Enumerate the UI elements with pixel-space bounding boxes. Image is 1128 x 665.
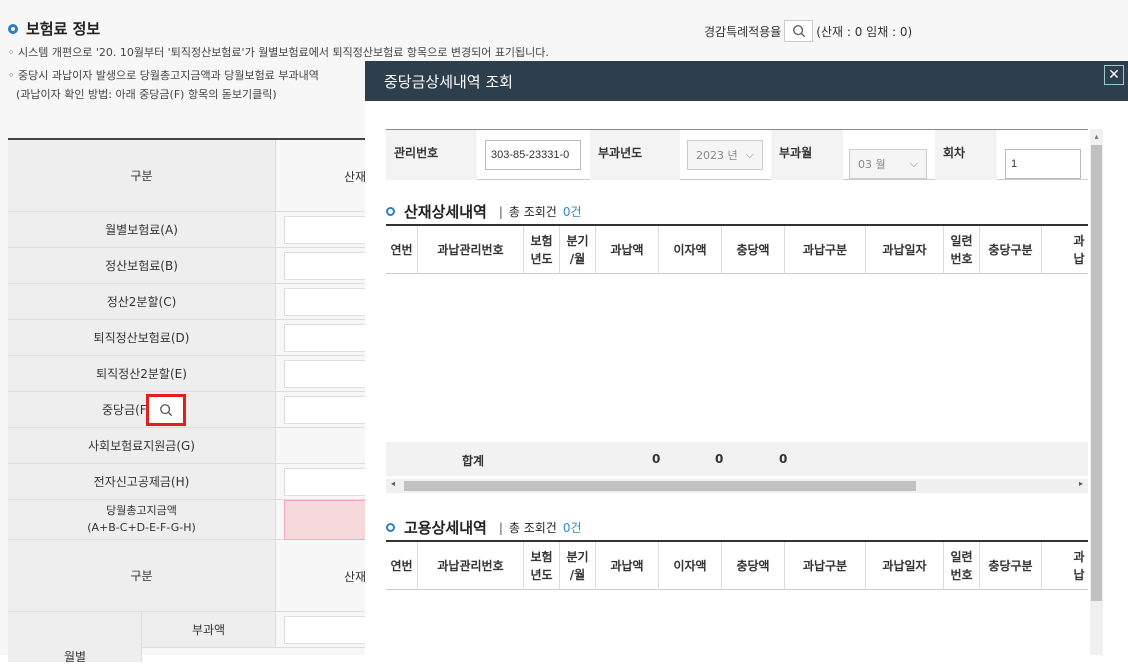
table-row: 사회보험료지원금(G) bbox=[8, 428, 368, 464]
amount-input[interactable] bbox=[284, 252, 374, 280]
reduction-value: (산재 : 0 임채 : 0) bbox=[816, 24, 913, 39]
scroll-thumb[interactable] bbox=[404, 481, 916, 491]
search-icon bbox=[792, 25, 805, 38]
table-row: 전자신고공제금(H) bbox=[8, 464, 374, 500]
amount-input[interactable] bbox=[284, 324, 374, 352]
bullet-icon bbox=[386, 523, 395, 532]
modal-title: 중당금상세내역 조회 bbox=[384, 72, 513, 91]
reduction-search-button[interactable] bbox=[784, 20, 814, 42]
reduction-label: 경감특례적용율 bbox=[704, 24, 782, 39]
scroll-thumb[interactable] bbox=[1091, 145, 1102, 601]
overpayment-search-button[interactable] bbox=[146, 394, 186, 426]
amount-input[interactable] bbox=[284, 468, 374, 496]
goyong-count: 0건 bbox=[562, 521, 582, 535]
premium-info-title: 보험료 정보 bbox=[8, 18, 100, 39]
round-label: 회차 bbox=[935, 130, 997, 180]
mgmt-label: 관리번호 bbox=[386, 130, 477, 180]
sanjae-section-title: 산재상세내역 | 총 조회건 0건 bbox=[386, 201, 582, 222]
notice-line-1: ◦ 시스템 개편으로 '20. 10월부터 '퇴직정산보험료'가 월별보험료에서… bbox=[8, 46, 549, 59]
amount-input[interactable] bbox=[284, 396, 374, 424]
table-row: 정산보험료(B) bbox=[8, 248, 374, 284]
table-row: 월별보험료(A) bbox=[8, 212, 374, 248]
amount-input[interactable] bbox=[284, 360, 374, 388]
premium-table: 구분 산재 월별보험료(A) 정산보험료(B) 정산2분할(C) 퇴직정산보험료… bbox=[8, 138, 374, 664]
overpayment-detail-modal: 중당금상세내역 조회 ✕ 관리번호 부과년도 2023 년 ⌵ 부과월 03 월… bbox=[365, 61, 1128, 655]
notice-line-2: ◦ 중당시 과납이자 발생으로 당월총고지금액과 당월보험료 부과내역 bbox=[8, 69, 319, 82]
year-label: 부과년도 bbox=[590, 130, 680, 180]
search-bar: 관리번호 부과년도 2023 년 ⌵ 부과월 03 월 ⌵ 회차 bbox=[386, 129, 1088, 180]
year-select[interactable]: 2023 년 ⌵ bbox=[687, 140, 763, 170]
table-row: 부과액 bbox=[8, 612, 374, 662]
bullet-icon bbox=[386, 207, 395, 216]
table-row: 퇴직정산2분할(E) bbox=[8, 356, 374, 392]
sum-interest: 0 bbox=[715, 452, 724, 466]
table-row: 퇴직정산보험료(D) bbox=[8, 320, 374, 356]
close-icon[interactable]: ✕ bbox=[1104, 65, 1124, 85]
mgmt-number-input[interactable] bbox=[485, 140, 581, 170]
scroll-right-icon[interactable]: ▸ bbox=[1079, 479, 1083, 488]
scroll-up-icon[interactable]: ▴ bbox=[1090, 129, 1103, 143]
scroll-left-icon[interactable]: ◂ bbox=[391, 479, 395, 488]
sum-appropriated: 0 bbox=[779, 452, 788, 466]
reduction-rate: 경감특례적용율 (산재 : 0 임채 : 0) bbox=[704, 20, 912, 42]
search-icon bbox=[160, 404, 173, 417]
header-gubun: 구분 bbox=[8, 140, 276, 211]
header-sanjae: 산재 bbox=[344, 170, 367, 184]
sanjae-table-header: 연번 과납관리번호 보험 년도 분기 /월 과납액 이자액 충당액 과납구분 과… bbox=[386, 224, 1088, 274]
chevron-down-icon: ⌵ bbox=[745, 148, 754, 161]
table-row: 당월총고지금액 (A+B-C+D-E-F-G-H) bbox=[8, 500, 374, 540]
goyong-section-title: 고용상세내역 | 총 조회건 0건 bbox=[386, 517, 582, 538]
table-header-row: 구분 산재 bbox=[8, 140, 368, 212]
sanjae-sum-row: 합계 0 0 0 bbox=[386, 442, 1088, 476]
notice-line-3: (과납이자 확인 방법: 아래 중당금(F) 항목의 돋보기클릭) bbox=[16, 88, 277, 101]
amount-input[interactable] bbox=[284, 216, 374, 244]
vertical-scrollbar[interactable]: ▴ bbox=[1090, 129, 1103, 655]
month-select[interactable]: 03 월 ⌵ bbox=[849, 149, 927, 179]
horizontal-scrollbar[interactable]: ◂ ▸ bbox=[386, 479, 1088, 493]
table2-header-row: 구분 산재 bbox=[8, 540, 368, 612]
month-label: 부과월 bbox=[771, 130, 843, 180]
table-row: 정산2분할(C) bbox=[8, 284, 374, 320]
amount-input[interactable] bbox=[284, 288, 374, 316]
round-input[interactable] bbox=[1005, 149, 1081, 179]
sum-overpaid: 0 bbox=[652, 452, 661, 466]
amount-input[interactable] bbox=[284, 616, 374, 644]
table-row: 중당금(F) bbox=[8, 392, 374, 428]
total-amount-input[interactable] bbox=[284, 500, 374, 540]
bullet-icon bbox=[8, 23, 18, 34]
goyong-table-header: 연번 과납관리번호 보험 년도 분기 /월 과납액 이자액 충당액 과납구분 과… bbox=[386, 540, 1088, 590]
chevron-down-icon: ⌵ bbox=[909, 157, 918, 170]
sanjae-count: 0건 bbox=[562, 205, 582, 219]
modal-header: 중당금상세내역 조회 bbox=[365, 61, 1128, 101]
